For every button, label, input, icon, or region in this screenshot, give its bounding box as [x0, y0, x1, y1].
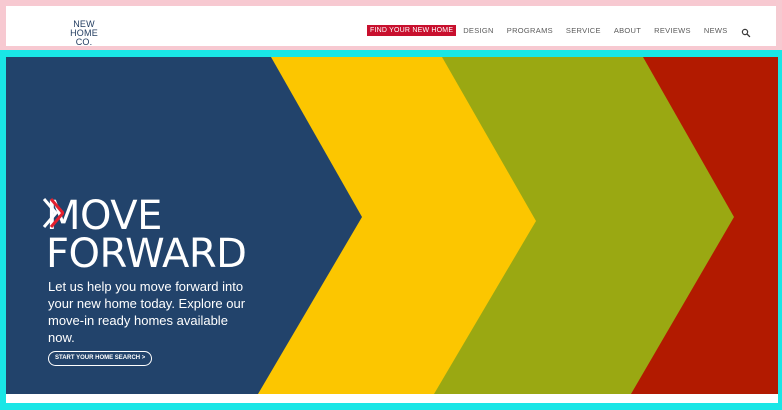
search-icon[interactable] — [741, 25, 751, 38]
bottom-strip — [6, 394, 778, 403]
nav-find-your-new-home[interactable]: FIND YOUR NEW HOME — [367, 24, 457, 36]
start-home-search-button[interactable]: START YOUR HOME SEARCH > — [48, 351, 153, 366]
nav-programs[interactable]: PROGRAMS — [507, 26, 553, 35]
nav-reviews[interactable]: REVIEWS — [654, 26, 691, 35]
hero-title: MOVE FORWARD — [42, 193, 247, 274]
site-logo[interactable]: NEW HOME CO. — [64, 20, 104, 47]
nav-about[interactable]: ABOUT — [614, 26, 641, 35]
nav-design[interactable]: DESIGN — [463, 26, 494, 35]
logo-line-3: CO. — [75, 37, 93, 47]
nav-news[interactable]: NEWS — [704, 26, 728, 35]
main-nav: FIND YOUR NEW HOME DESIGN PROGRAMS SERVI… — [367, 23, 751, 38]
forward-arrow-icon — [42, 198, 64, 228]
nav-service[interactable]: SERVICE — [566, 26, 601, 35]
hero-title-line-1: MOVE — [46, 193, 162, 239]
hero-title-line-2: FORWARD — [42, 198, 247, 274]
hero-description: Let us help you move forward into your n… — [48, 279, 246, 345]
hero-banner: MOVE FORWARD Let us help you move forwar… — [6, 57, 778, 394]
hero-title-word: FORWARD — [46, 231, 247, 277]
